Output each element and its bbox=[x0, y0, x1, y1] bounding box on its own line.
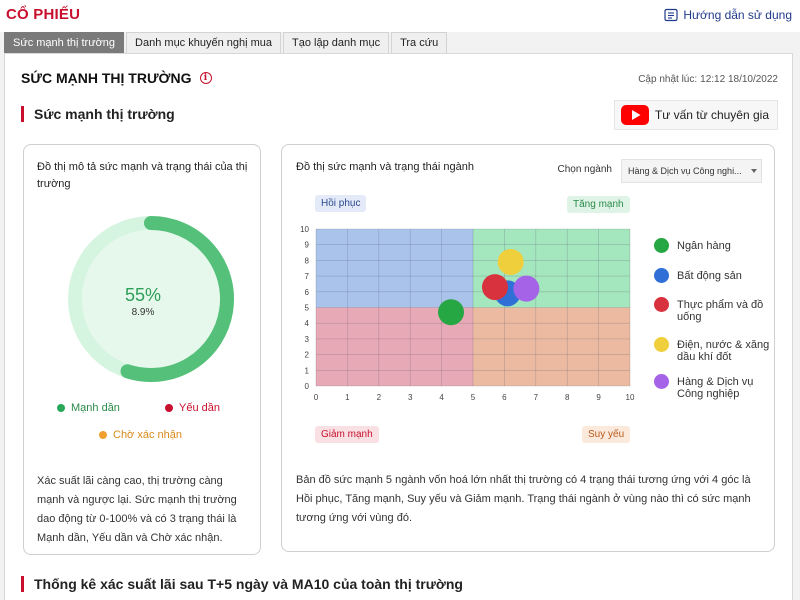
sector-select-value: Hàng & Dịch vụ Công nghi... bbox=[628, 166, 742, 176]
brand-title: CỔ PHIẾU bbox=[6, 6, 81, 23]
x-tick-label: 3 bbox=[408, 393, 413, 402]
sector-legend-label: Ngân hàng bbox=[677, 240, 731, 252]
user-guide-label: Hướng dẫn sử dụng bbox=[683, 8, 792, 22]
x-tick-label: 1 bbox=[345, 393, 350, 402]
sector-legend-label: Điện, nước & xăng dầu khí đốt bbox=[677, 339, 770, 363]
sector-swatch-icon bbox=[654, 337, 669, 352]
x-tick-label: 8 bbox=[565, 393, 570, 402]
updated-value: 12:12 18/10/2022 bbox=[700, 74, 778, 85]
sector-swatch-icon bbox=[654, 374, 669, 389]
quadrant-weakening bbox=[473, 307, 630, 386]
info-icon[interactable]: i bbox=[199, 72, 212, 84]
main-panel: SỨC MẠNH THỊ TRƯỜNG i Cập nhật lúc: 12:12… bbox=[4, 53, 793, 600]
gauge-card-title: Đồ thị mô tả sức mạnh và trạng thái của … bbox=[37, 161, 248, 190]
expert-advice-button[interactable]: Tư vấn từ chuyên gia bbox=[613, 100, 778, 130]
sector-swatch-icon bbox=[654, 297, 669, 312]
quadrant-tag-recovery: Hồi phục bbox=[315, 195, 367, 212]
y-tick-label: 2 bbox=[305, 351, 310, 360]
page-title-text: SỨC MẠNH THỊ TRƯỜNG bbox=[21, 70, 192, 86]
legend-strengthening-label: Mạnh dần bbox=[71, 402, 120, 414]
bottom-section-title: Thống kê xác suất lãi sau T+5 ngày và MA… bbox=[34, 576, 463, 592]
green-dot-icon bbox=[57, 404, 65, 412]
x-tick-label: 5 bbox=[471, 393, 476, 402]
guide-icon bbox=[664, 8, 678, 22]
sector-swatch-icon bbox=[654, 238, 669, 253]
tab-lookup[interactable]: Tra cứu bbox=[391, 32, 448, 53]
page-title: SỨC MẠNH THỊ TRƯỜNG i bbox=[21, 70, 212, 86]
last-updated: Cập nhật lúc: 12:12 18/10/2022 bbox=[638, 74, 778, 85]
updated-label: Cập nhật lúc: bbox=[638, 74, 698, 85]
y-tick-label: 10 bbox=[300, 225, 309, 234]
sector-point bbox=[438, 299, 465, 326]
y-tick-label: 0 bbox=[305, 382, 310, 391]
expert-advice-label: Tư vấn từ chuyên gia bbox=[654, 108, 769, 122]
gauge-sub-text: 8.9% bbox=[131, 307, 155, 318]
user-guide-link[interactable]: Hướng dẫn sử dụng bbox=[664, 8, 792, 22]
y-tick-label: 6 bbox=[305, 288, 310, 297]
quadrant-tag-strong-decline: Giảm mạnh bbox=[315, 426, 379, 443]
legend-awaiting: Chờ xác nhận bbox=[99, 429, 182, 441]
y-tick-label: 4 bbox=[305, 319, 310, 328]
sector-point bbox=[497, 248, 524, 275]
quadrant-tag-weakening: Suy yếu bbox=[582, 426, 631, 443]
legend-strengthening: Mạnh dần bbox=[57, 402, 120, 414]
x-tick-label: 2 bbox=[377, 393, 382, 402]
sector-scatter-chart: 0 1 2 3 4 5 6 7 8 9 10 0 1 2 3 4 5 6 7 8 9 10 bbox=[300, 225, 635, 402]
x-tick-label: 10 bbox=[626, 393, 635, 402]
sector-legend-item[interactable]: Ngân hàng bbox=[654, 238, 772, 253]
quadrant-recovery bbox=[316, 229, 473, 308]
bottom-section-accent-bar bbox=[21, 576, 24, 592]
quadrant-tag-strong-growth: Tăng mạnh bbox=[567, 196, 630, 213]
y-tick-label: 5 bbox=[305, 304, 310, 313]
red-dot-icon bbox=[165, 404, 173, 412]
sector-description: Bản đồ sức mạnh 5 ngành vốn hoá lớn nhất… bbox=[296, 474, 751, 524]
legend-weakening: Yếu dần bbox=[165, 402, 220, 414]
sector-legend-label: Thực phẩm và đồ uống bbox=[677, 299, 764, 323]
y-tick-label: 9 bbox=[305, 241, 310, 250]
gauge-value-text: 55% bbox=[124, 285, 162, 305]
sector-legend-item[interactable]: Hàng & Dịch vụ Công nghiệp bbox=[654, 374, 772, 400]
x-tick-label: 6 bbox=[502, 393, 507, 402]
tab-buy-recommendations[interactable]: Danh mục khuyến nghị mua bbox=[126, 32, 282, 53]
sector-card-title: Đồ thị sức mạnh và trạng thái ngành bbox=[296, 161, 474, 173]
legend-weakening-label: Yếu dần bbox=[179, 402, 220, 414]
sector-legend-label: Hàng & Dịch vụ Công nghiệp bbox=[677, 376, 754, 400]
x-tick-label: 0 bbox=[314, 393, 319, 402]
sector-legend-item[interactable]: Thực phẩm và đồ uống bbox=[654, 297, 772, 323]
sector-point bbox=[513, 275, 540, 302]
tab-market-strength[interactable]: Sức mạnh thị trường bbox=[4, 32, 125, 53]
gauge-description: Xác suất lãi càng cao, thị trường càng m… bbox=[37, 475, 237, 544]
sector-legend-item[interactable]: Bất động sản bbox=[654, 268, 772, 283]
top-bar: CỔ PHIẾU Hướng dẫn sử dụng bbox=[0, 0, 800, 32]
section-title: Sức mạnh thị trường bbox=[34, 106, 175, 122]
y-tick-label: 7 bbox=[305, 272, 310, 281]
market-gauge-card: Đồ thị mô tả sức mạnh và trạng thái của … bbox=[23, 144, 261, 555]
tab-bar: Sức mạnh thị trường Danh mục khuyến nghị… bbox=[4, 32, 449, 53]
sector-select[interactable]: Hàng & Dịch vụ Công nghi... bbox=[621, 159, 762, 183]
y-tick-label: 1 bbox=[305, 366, 310, 375]
y-tick-label: 3 bbox=[305, 335, 310, 344]
sector-strength-card: Đồ thị sức mạnh và trạng thái ngành Chọn… bbox=[281, 144, 775, 552]
tab-create-portfolio[interactable]: Tạo lập danh mục bbox=[283, 32, 390, 53]
orange-dot-icon bbox=[99, 431, 107, 439]
youtube-icon bbox=[620, 105, 649, 125]
x-tick-label: 4 bbox=[439, 393, 444, 402]
y-tick-label: 8 bbox=[305, 256, 310, 265]
sector-swatch-icon bbox=[654, 268, 669, 283]
chevron-down-icon bbox=[751, 169, 757, 173]
section-accent-bar bbox=[21, 106, 24, 122]
sector-select-label: Chọn ngành bbox=[557, 164, 613, 175]
sector-legend-label: Bất động sản bbox=[677, 270, 742, 282]
x-tick-label: 9 bbox=[596, 393, 601, 402]
sector-point bbox=[481, 274, 508, 301]
legend-awaiting-label: Chờ xác nhận bbox=[113, 429, 182, 441]
x-tick-label: 7 bbox=[534, 393, 539, 402]
sector-legend-item[interactable]: Điện, nước & xăng dầu khí đốt bbox=[654, 337, 772, 363]
